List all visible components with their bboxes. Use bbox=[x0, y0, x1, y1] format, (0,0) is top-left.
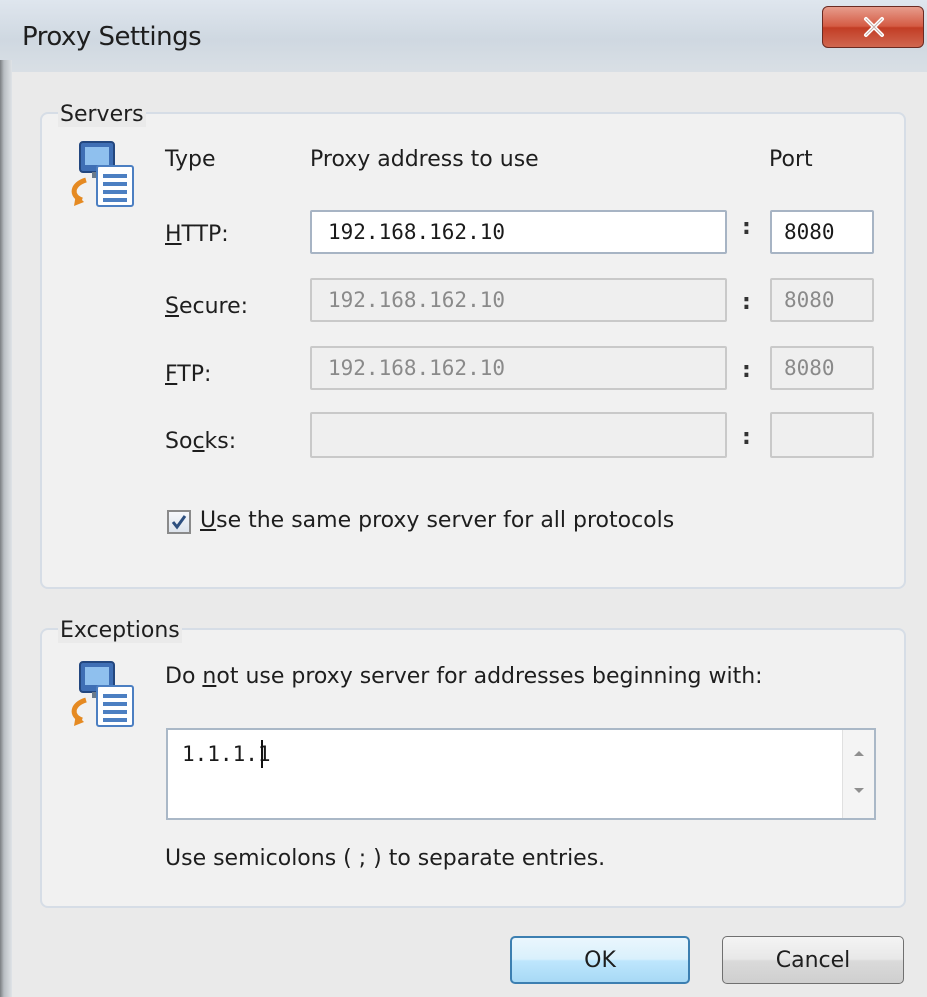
secure-port-separator: : bbox=[742, 290, 751, 315]
http-label: HTTP: bbox=[165, 222, 229, 247]
exceptions-hint: Use semicolons ( ; ) to separate entries… bbox=[165, 846, 606, 871]
ok-button[interactable]: OK bbox=[510, 936, 690, 984]
ftp-address-input[interactable]: 192.168.162.10 bbox=[310, 346, 727, 390]
exceptions-instruction: Do not use proxy server for addresses be… bbox=[165, 664, 763, 689]
secure-label: Secure: bbox=[165, 294, 249, 319]
secure-port-input[interactable]: 8080 bbox=[770, 278, 874, 322]
column-port-header: Port bbox=[769, 147, 813, 172]
exceptions-textarea[interactable]: 1.1.1.1 bbox=[166, 728, 876, 820]
servers-group-label: Servers bbox=[58, 102, 146, 127]
text-caret bbox=[261, 740, 263, 768]
scroll-down-arrow-icon[interactable] bbox=[852, 786, 866, 796]
http-address-input[interactable]: 192.168.162.10 bbox=[310, 210, 727, 254]
column-type-header: Type bbox=[165, 147, 216, 172]
same-proxy-label[interactable]: Use the same proxy server for all protoc… bbox=[200, 508, 674, 533]
close-x-icon bbox=[864, 17, 884, 37]
same-proxy-checkbox[interactable] bbox=[167, 510, 191, 534]
secure-address-input[interactable]: 192.168.162.10 bbox=[310, 278, 727, 322]
http-port-separator: : bbox=[742, 215, 751, 240]
exceptions-group-label: Exceptions bbox=[58, 618, 182, 643]
proxy-settings-dialog: Proxy Settings Servers Type Proxy addres… bbox=[0, 0, 927, 997]
exceptions-scrollbar[interactable] bbox=[842, 730, 874, 818]
cancel-button[interactable]: Cancel bbox=[722, 936, 904, 984]
ftp-port-input[interactable]: 8080 bbox=[770, 346, 874, 390]
scroll-up-arrow-icon[interactable] bbox=[852, 748, 866, 758]
ftp-label: FTP: bbox=[165, 362, 212, 387]
window-title: Proxy Settings bbox=[22, 22, 202, 52]
title-bar: Proxy Settings bbox=[0, 0, 927, 72]
ftp-port-separator: : bbox=[742, 358, 751, 383]
http-port-input[interactable]: 8080 bbox=[770, 210, 874, 254]
socks-port-input[interactable] bbox=[770, 412, 874, 458]
checkmark-icon bbox=[171, 515, 187, 530]
socks-port-separator: : bbox=[742, 425, 751, 450]
exceptions-value: 1.1.1.1 bbox=[182, 742, 271, 766]
proxy-server-icon bbox=[71, 141, 134, 207]
socks-label: Socks: bbox=[165, 429, 237, 454]
dialog-client-area: Servers Type Proxy address to use Port H… bbox=[12, 72, 927, 997]
proxy-exceptions-icon bbox=[71, 661, 134, 727]
close-button[interactable] bbox=[822, 6, 924, 48]
window-frame-edge bbox=[0, 60, 12, 997]
socks-address-input[interactable] bbox=[310, 412, 727, 458]
column-address-header: Proxy address to use bbox=[310, 147, 539, 172]
